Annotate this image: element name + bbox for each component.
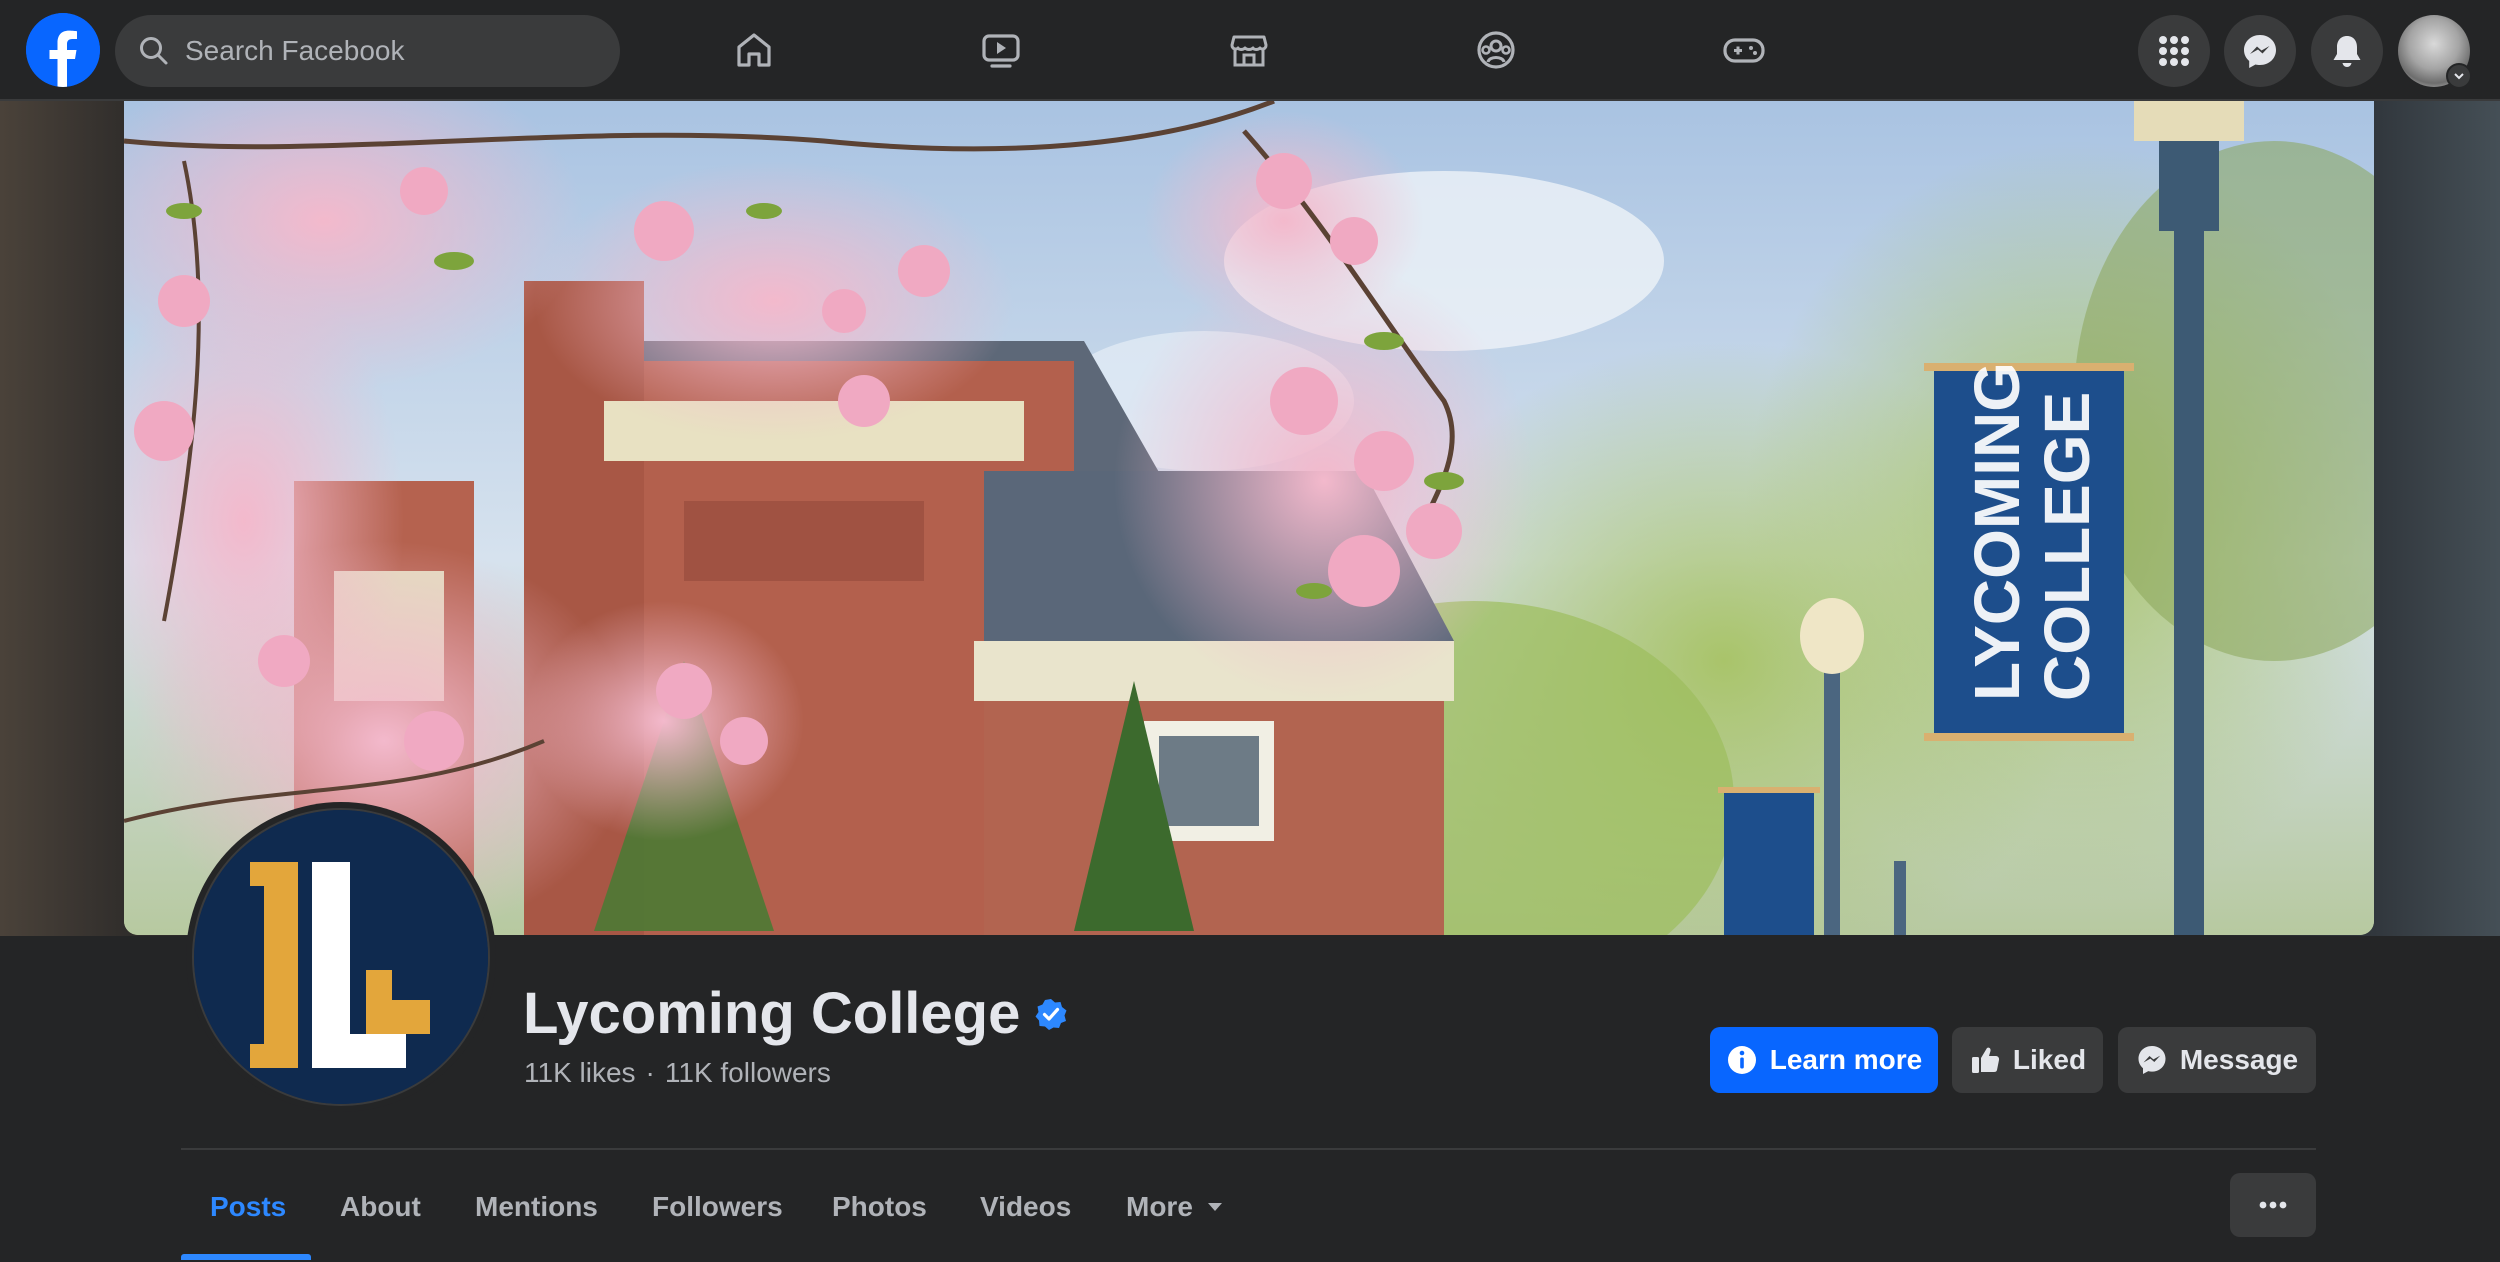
active-tab-indicator bbox=[181, 1254, 311, 1260]
liked-button[interactable]: Liked bbox=[1952, 1027, 2103, 1093]
header-divider bbox=[181, 1148, 2316, 1150]
search-input[interactable] bbox=[185, 35, 585, 67]
messenger-icon bbox=[2138, 1046, 2166, 1074]
tab-more[interactable]: More bbox=[1126, 1182, 1225, 1232]
page-name-text: Lycoming College bbox=[523, 981, 1021, 1046]
cover-photo[interactable]: LYCOMING COLLEGE bbox=[124, 101, 2374, 935]
banner-text-college: COLLEGE bbox=[2031, 392, 2103, 701]
tab-followers[interactable]: Followers bbox=[652, 1182, 783, 1232]
menu-grid-icon[interactable] bbox=[2138, 15, 2210, 87]
followers-count[interactable]: 11K followers bbox=[665, 1057, 831, 1088]
message-button[interactable]: Message bbox=[2118, 1027, 2316, 1093]
thumbs-up-icon bbox=[1971, 1047, 2000, 1073]
search-icon bbox=[140, 37, 168, 65]
chevron-down-icon[interactable] bbox=[2446, 63, 2472, 89]
learn-more-label: Learn more bbox=[1769, 1044, 1923, 1075]
messenger-icon[interactable] bbox=[2224, 15, 2296, 87]
banner-text-lycoming: LYCOMING bbox=[1961, 362, 2033, 701]
stats-separator: · bbox=[645, 1057, 655, 1088]
tab-about[interactable]: About bbox=[340, 1182, 421, 1232]
watch-icon[interactable] bbox=[973, 22, 1029, 78]
groups-icon[interactable] bbox=[1468, 22, 1524, 78]
search-bar[interactable] bbox=[115, 15, 620, 87]
notifications-icon[interactable] bbox=[2311, 15, 2383, 87]
caret-down-icon bbox=[1207, 1203, 1222, 1211]
page-title: Lycoming College bbox=[523, 980, 1068, 1047]
facebook-logo-icon[interactable] bbox=[26, 13, 100, 87]
tab-videos[interactable]: Videos bbox=[980, 1182, 1071, 1232]
verified-badge-icon bbox=[1035, 998, 1067, 1030]
tab-more-label: More bbox=[1126, 1191, 1193, 1222]
liked-label: Liked bbox=[2012, 1044, 2087, 1075]
likes-count[interactable]: 11K likes bbox=[524, 1057, 636, 1088]
message-label: Message bbox=[2179, 1044, 2299, 1075]
gaming-icon[interactable] bbox=[1716, 22, 1772, 78]
tab-posts[interactable]: Posts bbox=[210, 1182, 286, 1232]
home-icon[interactable] bbox=[726, 22, 782, 78]
info-icon bbox=[1727, 1046, 1756, 1074]
ellipsis-icon bbox=[2259, 1201, 2287, 1209]
tab-mentions[interactable]: Mentions bbox=[475, 1182, 598, 1232]
learn-more-button[interactable]: Learn more bbox=[1710, 1027, 1938, 1093]
profile-picture[interactable] bbox=[186, 802, 496, 1112]
tab-photos[interactable]: Photos bbox=[832, 1182, 927, 1232]
top-navigation-bar bbox=[0, 0, 2500, 101]
marketplace-icon[interactable] bbox=[1221, 22, 1277, 78]
more-options-button[interactable] bbox=[2230, 1173, 2316, 1237]
lycoming-logo-icon bbox=[194, 810, 488, 1104]
page-stats: 11K likes · 11K followers bbox=[524, 1057, 831, 1089]
